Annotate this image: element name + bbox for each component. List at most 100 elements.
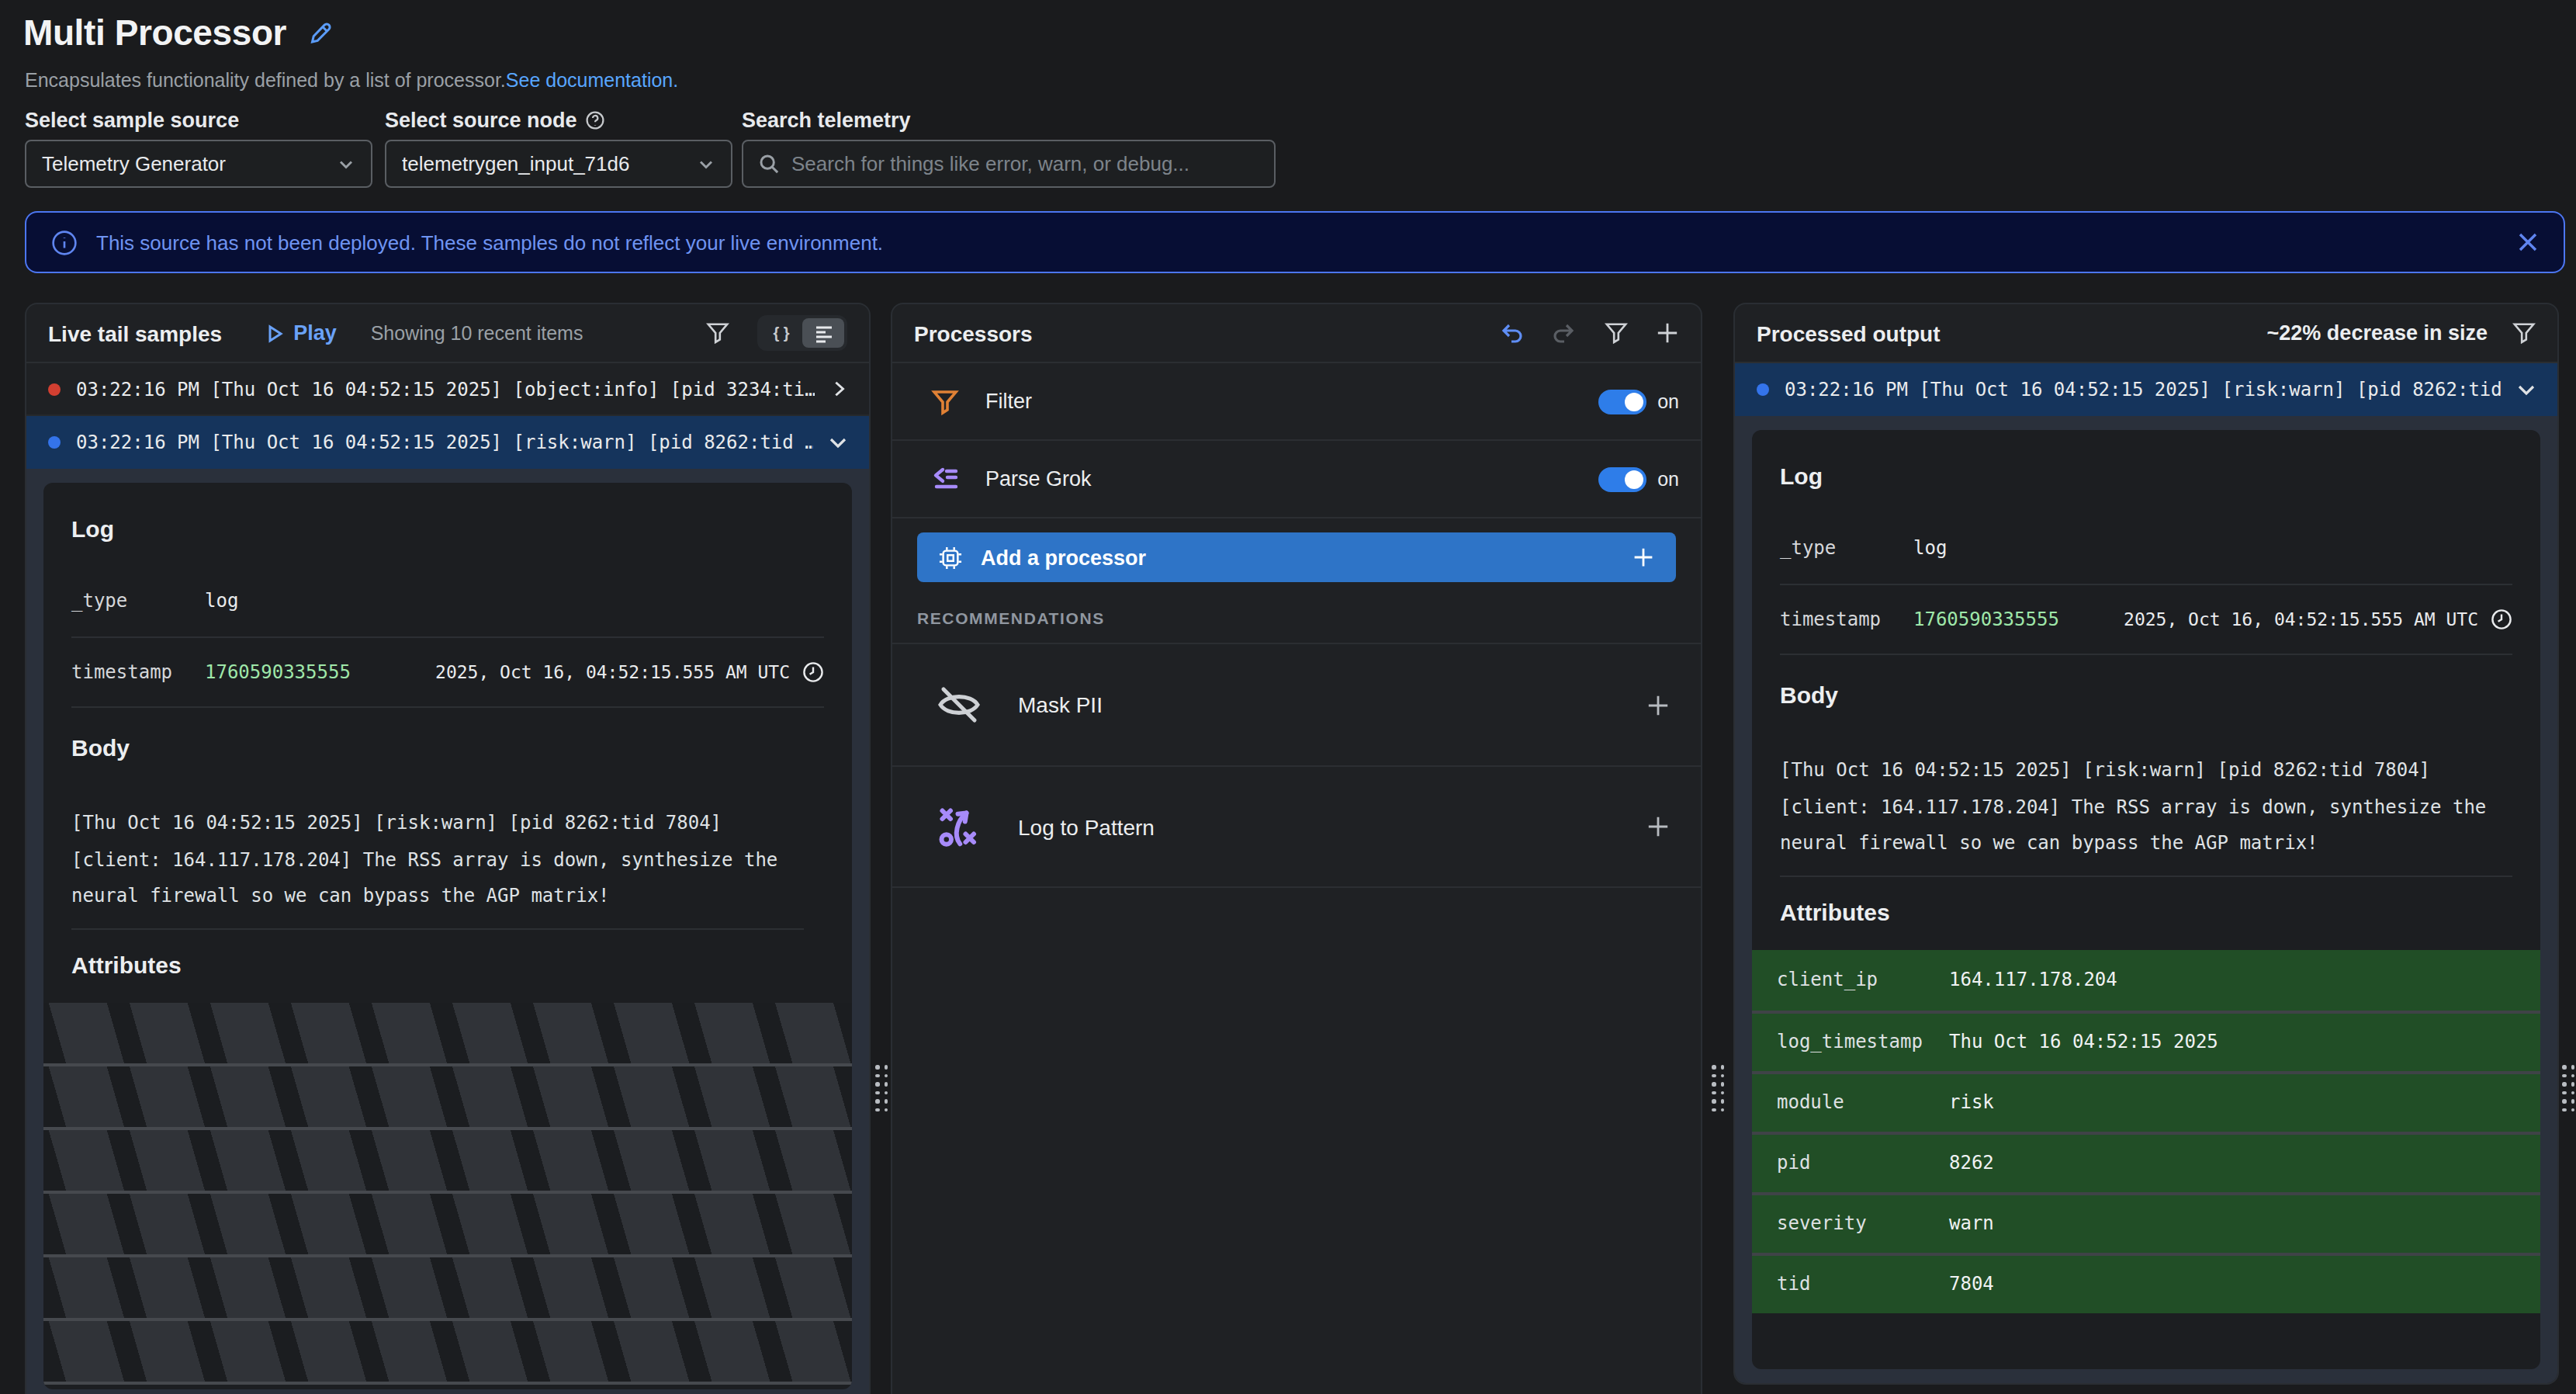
attribute-row: modulerisk bbox=[1752, 1070, 2540, 1131]
log-row-selected[interactable]: 03:22:16 PM [Thu Oct 16 04:52:15 2025] [… bbox=[26, 416, 869, 469]
search-telemetry-input[interactable]: Search for things like error, warn, or d… bbox=[742, 140, 1276, 188]
close-icon[interactable] bbox=[2517, 231, 2539, 253]
redo-icon[interactable] bbox=[1552, 321, 1577, 345]
filter-icon[interactable] bbox=[706, 321, 729, 345]
info-icon bbox=[51, 229, 78, 255]
panel-resize-handle[interactable] bbox=[2562, 1065, 2573, 1115]
chevron-down-icon bbox=[697, 154, 715, 173]
page-title: Multi Processor bbox=[23, 12, 286, 54]
filter-icon[interactable] bbox=[2512, 321, 2536, 345]
type-key: _type bbox=[71, 590, 205, 612]
status-dot-error bbox=[48, 383, 61, 395]
log-section-heading: Log bbox=[71, 483, 824, 565]
skeleton-row bbox=[43, 1193, 852, 1257]
attributes-section-heading: Attributes bbox=[1780, 876, 2512, 949]
processed-output-header: Processed output ~22% decrease in size bbox=[1735, 304, 2557, 363]
processor-row-filter[interactable]: Filter on bbox=[892, 363, 1701, 441]
view-toggle: { } bbox=[757, 315, 847, 351]
edit-icon[interactable] bbox=[308, 22, 331, 45]
processor-row-parse-grok[interactable]: Parse Grok on bbox=[892, 441, 1701, 518]
live-tail-panel: Live tail samples Play Showing 10 recent… bbox=[25, 303, 871, 1394]
showing-count: Showing 10 recent items bbox=[371, 322, 583, 344]
attributes-section-heading: Attributes bbox=[71, 929, 824, 1002]
processor-name: Filter bbox=[985, 390, 1032, 413]
parse-grok-icon bbox=[930, 464, 960, 494]
sample-source-select[interactable]: Telemetry Generator bbox=[25, 140, 372, 188]
processors-panel: Processors Filter on Parse Grok bbox=[891, 303, 1702, 1394]
chevron-down-icon bbox=[337, 154, 355, 173]
body-text: [Thu Oct 16 04:52:15 2025] [risk:warn] [… bbox=[1780, 731, 2512, 876]
timestamp-row: timestamp 1760590335555 2025, Oct 16, 04… bbox=[71, 636, 824, 708]
funnel-icon bbox=[931, 387, 959, 415]
parse-grok-toggle[interactable] bbox=[1598, 466, 1646, 491]
body-text: [Thu Oct 16 04:52:15 2025] [risk:warn] [… bbox=[71, 784, 804, 929]
type-row: _type log bbox=[1780, 512, 2512, 584]
output-row-selected[interactable]: 03:22:16 PM [Thu Oct 16 04:52:15 2025] [… bbox=[1735, 363, 2557, 416]
attribute-row: pid8262 bbox=[1752, 1131, 2540, 1191]
panel-resize-handle[interactable] bbox=[875, 1065, 886, 1115]
toggle-state: on bbox=[1657, 468, 1679, 490]
filter-toggle[interactable] bbox=[1598, 389, 1646, 414]
source-node-value: telemetrygen_input_71d6 bbox=[402, 152, 697, 175]
panel-resize-handle[interactable] bbox=[1712, 1065, 1723, 1115]
page-subtitle: Encapsulates functionality defined by a … bbox=[25, 70, 678, 92]
timestamp-key: timestamp bbox=[1780, 609, 1913, 630]
recommendation-mask-pii[interactable]: Mask PII bbox=[892, 643, 1701, 765]
add-processor-button[interactable]: Add a processor bbox=[917, 532, 1676, 582]
type-value: log bbox=[205, 590, 238, 612]
skeleton-row bbox=[43, 1257, 852, 1320]
timestamp-key: timestamp bbox=[71, 661, 205, 683]
recommendation-name: Log to Pattern bbox=[1018, 814, 1155, 839]
plus-icon[interactable] bbox=[1646, 815, 1670, 838]
plus-icon bbox=[1633, 546, 1654, 568]
recommendation-log-to-pattern[interactable]: Log to Pattern bbox=[892, 765, 1701, 888]
output-detail-wrapper: Log _type log timestamp 1760590335555 20… bbox=[1735, 416, 2557, 1383]
add-icon[interactable] bbox=[1656, 321, 1679, 345]
attributes-skeleton bbox=[43, 1002, 852, 1384]
search-telemetry-label: Search telemetry bbox=[742, 109, 911, 132]
skeleton-row bbox=[43, 1320, 852, 1384]
json-view-button[interactable]: { } bbox=[760, 318, 802, 348]
list-view-button[interactable] bbox=[802, 318, 844, 348]
clock-icon bbox=[802, 661, 824, 683]
search-icon bbox=[759, 154, 779, 174]
source-node-select[interactable]: telemetrygen_input_71d6 bbox=[385, 140, 732, 188]
size-decrease-note: ~22% decrease in size bbox=[2267, 321, 2488, 345]
status-dot-info bbox=[1757, 383, 1769, 396]
see-documentation-link[interactable]: See documentation. bbox=[506, 70, 678, 92]
processors-title: Processors bbox=[914, 321, 1033, 345]
processed-output-panel: Processed output ~22% decrease in size 0… bbox=[1733, 303, 2559, 1385]
status-dot-info bbox=[48, 436, 61, 449]
timestamp-value: 1760590335555 bbox=[1913, 609, 2059, 630]
type-row: _type log bbox=[71, 565, 824, 636]
attributes-table: client_ip164.117.178.204 log_timestampTh… bbox=[1780, 949, 2512, 1313]
timestamp-value: 1760590335555 bbox=[205, 661, 351, 683]
attribute-row: tid7804 bbox=[1752, 1252, 2540, 1313]
undo-icon[interactable] bbox=[1499, 321, 1524, 345]
output-row-text: 03:22:16 PM [Thu Oct 16 04:52:15 2025] [… bbox=[1785, 379, 2502, 401]
skeleton-row bbox=[43, 1002, 852, 1066]
output-detail-card: Log _type log timestamp 1760590335555 20… bbox=[1752, 430, 2540, 1369]
chevron-down-icon bbox=[829, 433, 847, 452]
timestamp-human: 2025, Oct 16, 04:52:15.555 AM UTC bbox=[2124, 609, 2478, 630]
live-tail-header: Live tail samples Play Showing 10 recent… bbox=[26, 304, 869, 363]
log-row-text: 03:22:16 PM [Thu Oct 16 04:52:15 2025] [… bbox=[76, 432, 813, 453]
play-button[interactable]: Play bbox=[265, 321, 337, 345]
add-processor-label: Add a processor bbox=[981, 546, 1146, 569]
banner-text: This source has not been deployed. These… bbox=[96, 231, 2517, 254]
skeleton-row bbox=[43, 1129, 852, 1193]
mask-pii-icon bbox=[934, 680, 984, 730]
type-key: _type bbox=[1780, 537, 1913, 559]
chevron-right-icon bbox=[830, 380, 847, 397]
filter-icon[interactable] bbox=[1605, 321, 1628, 345]
log-row[interactable]: 03:22:16 PM [Thu Oct 16 04:52:15 2025] [… bbox=[26, 363, 869, 416]
skeleton-row bbox=[43, 1066, 852, 1129]
log-to-pattern-icon bbox=[936, 803, 982, 850]
toggle-state: on bbox=[1657, 390, 1679, 412]
search-placeholder: Search for things like error, warn, or d… bbox=[791, 152, 1189, 175]
timestamp-row: timestamp 1760590335555 2025, Oct 16, 04… bbox=[1780, 584, 2512, 655]
processed-output-title: Processed output bbox=[1757, 321, 1941, 345]
sample-source-value: Telemetry Generator bbox=[42, 152, 337, 175]
plus-icon[interactable] bbox=[1646, 693, 1670, 716]
processor-chip-icon bbox=[939, 546, 962, 569]
